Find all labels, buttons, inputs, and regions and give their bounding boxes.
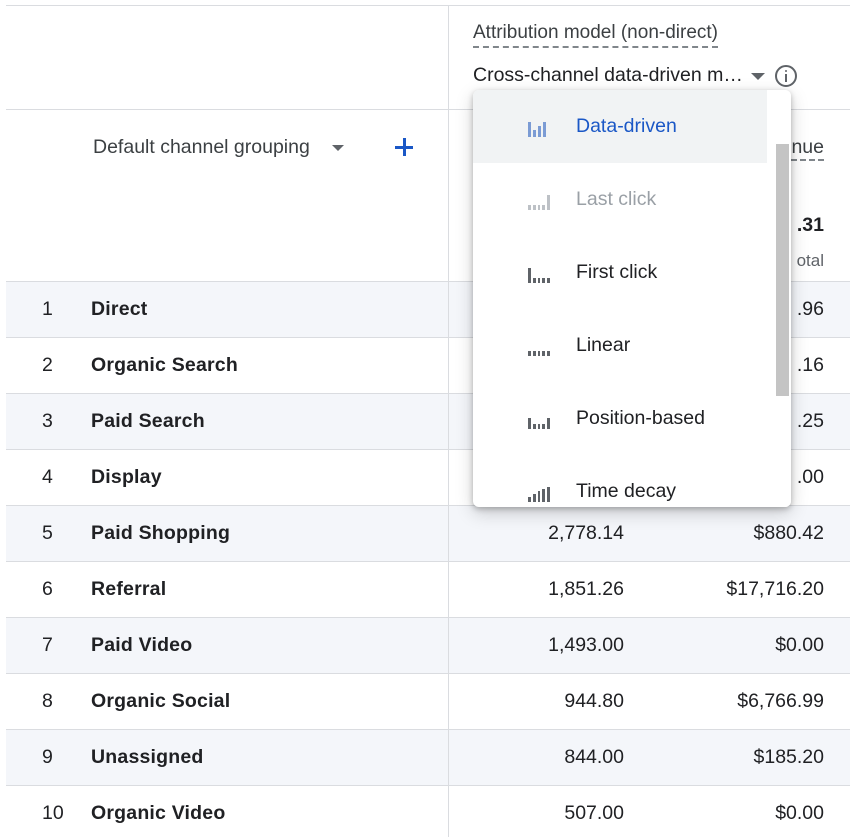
first-click-bars-icon: [528, 263, 550, 283]
menu-item-linear[interactable]: Linear: [473, 309, 767, 382]
menu-item-last-click[interactable]: Last click: [473, 163, 767, 236]
row-index: 6: [42, 578, 53, 600]
conversions-value: 1,493.00: [548, 634, 624, 656]
conversions-value: 1,851.26: [548, 578, 624, 600]
menu-item-label: Data-driven: [576, 115, 677, 137]
menu-item-label: Last click: [576, 188, 657, 210]
row-index: 2: [42, 354, 53, 376]
position-based-bars-icon: [528, 409, 550, 429]
info-icon[interactable]: [774, 64, 797, 87]
menu-item-label: Linear: [576, 334, 631, 356]
channel-name: Paid Video: [91, 634, 193, 656]
channel-name: Paid Shopping: [91, 522, 231, 544]
data-driven-bars-icon: [528, 117, 550, 137]
menu-item-position-based[interactable]: Position-based: [473, 382, 767, 455]
revenue-value: .25: [796, 410, 824, 432]
conversions-value: 2,778.14: [548, 522, 624, 544]
dimension-select[interactable]: Default channel grouping: [93, 136, 344, 159]
channel-name: Referral: [91, 578, 167, 600]
revenue-value: $17,716.20: [726, 578, 824, 600]
attribution-model-value[interactable]: Cross-channel data-driven m…: [473, 64, 743, 87]
table-row: 5 Paid Shopping 2,778.14 $880.42: [6, 506, 850, 562]
conversions-value: 507.00: [564, 802, 624, 824]
row-index: 7: [42, 634, 53, 656]
conversions-value: 844.00: [564, 746, 624, 768]
menu-scrollbar-track[interactable]: [767, 90, 791, 507]
table-row: 8 Organic Social 944.80 $6,766.99: [6, 674, 850, 730]
table-row: 10 Organic Video 507.00 $0.00: [6, 786, 850, 837]
revenue-value: $880.42: [753, 522, 825, 544]
caret-down-icon[interactable]: [331, 144, 344, 151]
channel-name: Organic Search: [91, 354, 238, 376]
caret-down-icon[interactable]: [750, 73, 765, 80]
row-index: 8: [42, 690, 53, 712]
revenue-value: .96: [796, 298, 824, 320]
row-index: 10: [42, 802, 64, 824]
table-row: 6 Referral 1,851.26 $17,716.20: [6, 562, 850, 618]
menu-item-first-click[interactable]: First click: [473, 236, 767, 309]
last-click-bars-icon: [528, 190, 550, 210]
table-row: 7 Paid Video 1,493.00 $0.00: [6, 618, 850, 674]
menu-item-label: Time decay: [576, 480, 677, 502]
menu-item-time-decay[interactable]: Time decay: [473, 455, 767, 507]
row-index: 4: [42, 466, 53, 488]
channel-name: Paid Search: [91, 410, 205, 432]
metric-total: .31: [796, 214, 824, 236]
row-index: 9: [42, 746, 53, 768]
dimension-label[interactable]: Default channel grouping: [93, 136, 310, 159]
attribution-model-label[interactable]: Attribution model (non-direct): [473, 22, 718, 48]
time-decay-bars-icon: [528, 482, 550, 502]
row-index: 5: [42, 522, 53, 544]
column-divider: [448, 6, 449, 837]
revenue-value: $185.20: [753, 746, 825, 768]
menu-item-label: First click: [576, 261, 658, 283]
table-row: 9 Unassigned 844.00 $185.20: [6, 730, 850, 786]
row-index: 3: [42, 410, 53, 432]
revenue-value: $6,766.99: [737, 690, 824, 712]
channel-name: Organic Video: [91, 802, 226, 824]
channel-name: Direct: [91, 298, 148, 320]
metric-column-header[interactable]: nue: [791, 136, 824, 161]
menu-item-label: Position-based: [576, 407, 705, 429]
channel-name: Organic Social: [91, 690, 231, 712]
channel-name: Unassigned: [91, 746, 204, 768]
revenue-value: $0.00: [775, 802, 824, 824]
menu-scrollbar-thumb[interactable]: [776, 144, 789, 396]
revenue-value: $0.00: [775, 634, 824, 656]
linear-bars-icon: [528, 336, 550, 356]
revenue-value: .16: [796, 354, 824, 376]
menu-item-data-driven[interactable]: Data-driven: [473, 90, 767, 163]
attribution-model-menu: Data-driven Last click First click Linea…: [473, 90, 791, 507]
row-index: 1: [42, 298, 53, 320]
plus-icon[interactable]: [393, 136, 415, 158]
channel-name: Display: [91, 466, 162, 488]
metric-total-caption: otal: [796, 251, 824, 270]
revenue-value: .00: [796, 466, 824, 488]
conversions-value: 944.80: [564, 690, 624, 712]
attribution-model-select[interactable]: Cross-channel data-driven m…: [473, 64, 797, 87]
